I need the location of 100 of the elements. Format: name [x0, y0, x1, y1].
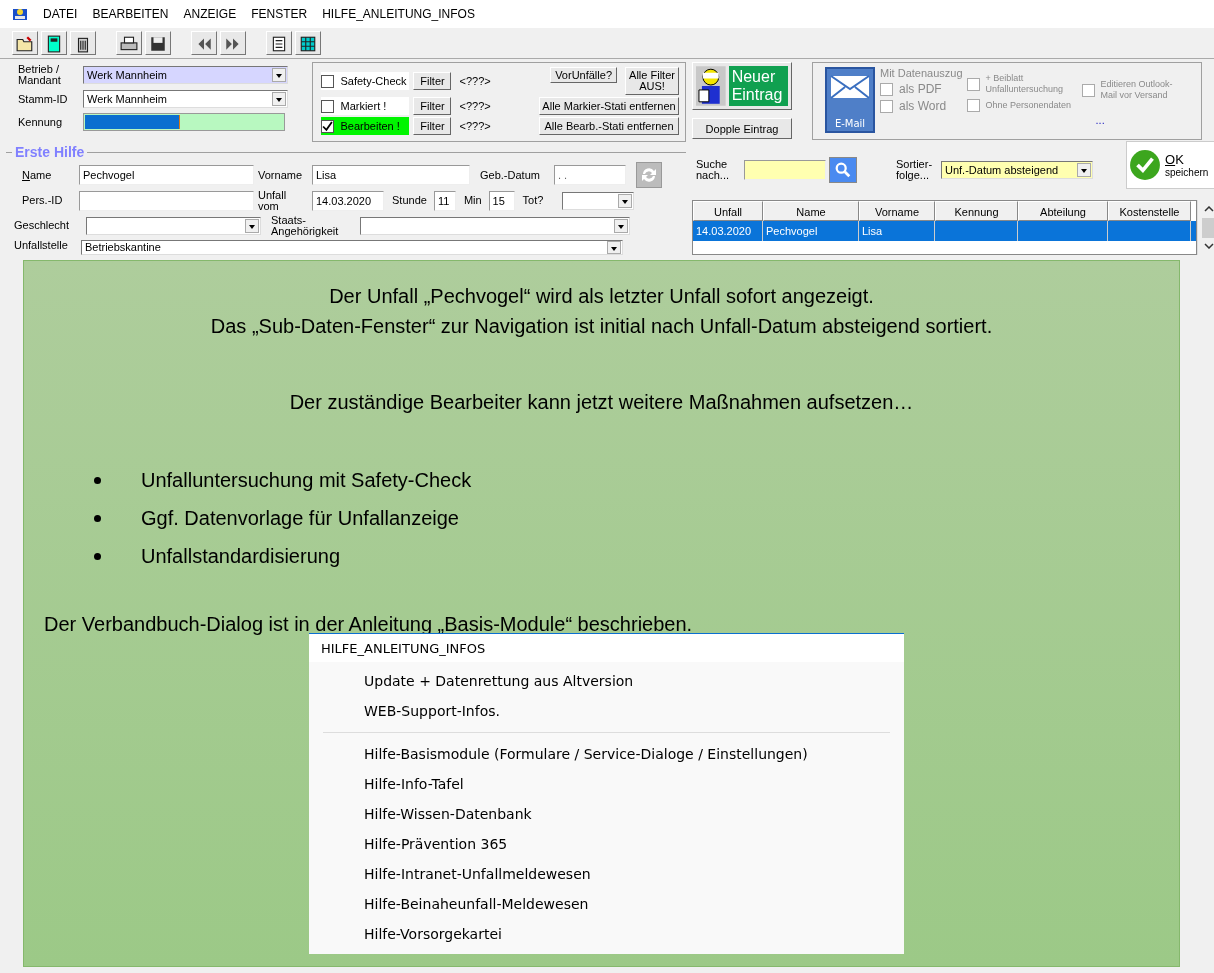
menu-item[interactable]: BEARBEITEN: [92, 7, 169, 21]
search-field[interactable]: [744, 160, 826, 180]
table-cell: Pechvogel: [763, 221, 859, 241]
checkbox-label: Safety-Check: [340, 75, 407, 87]
folder-icon: [16, 35, 34, 53]
menu-item[interactable]: Hilfe-Vorsorgekartei: [309, 919, 904, 949]
field-label: Unfall vom: [258, 189, 288, 212]
menu-item[interactable]: Hilfe-Intranet-Unfallmeldewesen: [309, 859, 904, 889]
field-label: Vorname: [258, 169, 304, 181]
column-header[interactable]: Abteilung: [1018, 201, 1108, 221]
ok-save-button[interactable]: OK speichern: [1126, 141, 1214, 189]
more-link[interactable]: ...: [1081, 114, 1189, 126]
field-label: Stamm-ID: [18, 93, 69, 105]
table-row[interactable]: 14.03.2020 Pechvogel Lisa: [693, 221, 1196, 241]
menu-item[interactable]: Hilfe-Prävention 365: [309, 829, 904, 859]
menu-item[interactable]: FENSTER: [251, 7, 308, 21]
checkbox-label: Bearbeiten !: [340, 120, 400, 132]
clear-edit-status-button[interactable]: Alle Bearb.-Stati entfernen: [539, 117, 679, 135]
menu-item[interactable]: DATEI: [43, 7, 78, 21]
scroll-down-icon[interactable]: [1204, 243, 1214, 249]
previous-button[interactable]: [191, 31, 217, 55]
filter-value: <???>: [459, 75, 492, 87]
table-cell: Lisa: [859, 221, 935, 241]
field-label: Betrieb / Mandant: [18, 64, 62, 86]
refresh-icon: [639, 165, 659, 185]
scroll-up-icon[interactable]: [1204, 206, 1214, 212]
column-header[interactable]: Vorname: [859, 201, 935, 221]
first-name-field[interactable]: Lisa: [312, 165, 470, 185]
filter-checkbox[interactable]: Bearbeiten !: [321, 117, 410, 135]
checkbox[interactable]: [321, 74, 335, 88]
scroll-thumb[interactable]: [1202, 218, 1214, 238]
search-button[interactable]: [829, 157, 857, 183]
column-header[interactable]: Kostenstelle: [1108, 201, 1191, 221]
save-button[interactable]: [145, 31, 171, 55]
menu-item[interactable]: Hilfe-Basismodule (Formulare / Service-Dialoge / Einstellungen): [309, 739, 904, 769]
callout-text: Der Unfall „Pechvogel“ wird als letzter Unfall sofort angezeigt.: [328, 284, 875, 309]
printer-button[interactable]: [116, 31, 142, 55]
list-button[interactable]: [266, 31, 292, 55]
calculator-button[interactable]: [41, 31, 67, 55]
checkbox[interactable]: [321, 119, 335, 133]
envelope-icon: [830, 73, 870, 101]
all-filters-off-button[interactable]: Alle Filter AUS!: [625, 67, 679, 95]
nationality-select[interactable]: [360, 216, 630, 235]
accident-date-field[interactable]: 14.03.2020: [312, 190, 384, 211]
company-select[interactable]: Werk Mannheim: [83, 66, 288, 84]
field-label: Tot?: [522, 195, 545, 206]
email-button[interactable]: E-Mail: [825, 67, 875, 133]
app-icon: [12, 6, 28, 22]
checkbox-label: Markiert !: [340, 100, 387, 112]
hour-field[interactable]: 11: [433, 190, 456, 211]
field-label: Sortier-folge...: [896, 159, 934, 181]
table-cell: 14.03.2020: [693, 221, 763, 241]
bandaged-figure-icon: [696, 66, 726, 106]
accident-location-select[interactable]: Betriebskantine: [81, 240, 623, 255]
deceased-select[interactable]: [561, 191, 634, 210]
menu-item[interactable]: WEB-Support-Infos.: [309, 696, 904, 726]
personnel-id-field[interactable]: [79, 190, 254, 211]
birth-date-field[interactable]: . .: [554, 165, 626, 185]
field-label: Pers.-ID: [21, 195, 64, 206]
clear-marks-button[interactable]: Alle Markier-Stati entfernen: [539, 97, 679, 115]
callout-text: Der Verbandbuch-Dialog ist in der Anleitung „Basis-Module“ beschrieben.: [43, 612, 694, 637]
filter-checkbox[interactable]: Safety-Check: [321, 72, 410, 90]
filter-value: <???>: [459, 100, 492, 112]
filter-button[interactable]: Filter: [413, 72, 452, 90]
bullet-item: Unfallstandardisierung: [94, 537, 1179, 575]
gender-select[interactable]: [86, 216, 261, 235]
filter-button[interactable]: Filter: [413, 117, 452, 135]
menu-item[interactable]: ANZEIGE: [183, 7, 237, 21]
next-button[interactable]: [220, 31, 246, 55]
checkmark-icon: [1129, 149, 1161, 181]
field-label: Stunde: [392, 195, 427, 206]
menu-title[interactable]: HILFE_ANLEITUNG_INFOS: [309, 640, 494, 656]
previous-accidents-button[interactable]: VorUnfälle?: [550, 67, 617, 83]
trash-button[interactable]: [70, 31, 96, 55]
menu-item[interactable]: Hilfe-Wissen-Datenbank: [309, 799, 904, 829]
open-button[interactable]: [12, 31, 38, 55]
duplicate-entry-button[interactable]: Dopple Eintrag: [692, 118, 792, 139]
column-header[interactable]: Kennung: [935, 201, 1018, 221]
filter-checkbox[interactable]: Markiert !: [321, 97, 410, 115]
table-button[interactable]: [295, 31, 321, 55]
bullet-item: Unfalluntersuchung mit Safety-Check: [94, 461, 1179, 499]
name-field[interactable]: Pechvogel: [79, 165, 254, 185]
callout-text: Der zuständige Bearbeiter kann jetzt weitere Maßnahmen aufsetzen…: [288, 390, 915, 415]
refresh-button[interactable]: [636, 162, 662, 188]
column-header[interactable]: Name: [763, 201, 859, 221]
menu-item[interactable]: Update + Datenrettung aus Altversion: [309, 666, 904, 696]
field-label: Staats-Angehörigkeit: [271, 214, 340, 237]
filter-value: <???>: [459, 120, 492, 132]
minute-field[interactable]: 15: [488, 190, 515, 211]
menu-item[interactable]: Hilfe-Beinaheunfall-Meldewesen: [309, 889, 904, 919]
sort-order-select[interactable]: Unf.-Datum absteigend: [941, 161, 1093, 179]
menu-item[interactable]: Hilfe-Info-Tafel: [309, 769, 904, 799]
field-label: Geschlecht: [13, 220, 71, 231]
field-label: Min: [463, 195, 482, 206]
master-id-select[interactable]: Werk Mannheim: [83, 90, 288, 108]
menu-item[interactable]: HILFE_ANLEITUNG_INFOS: [322, 7, 475, 21]
column-header[interactable]: Unfall: [693, 201, 763, 221]
filter-button[interactable]: Filter: [413, 97, 452, 115]
field-label: Suche nach...: [696, 159, 731, 181]
checkbox[interactable]: [321, 99, 335, 113]
